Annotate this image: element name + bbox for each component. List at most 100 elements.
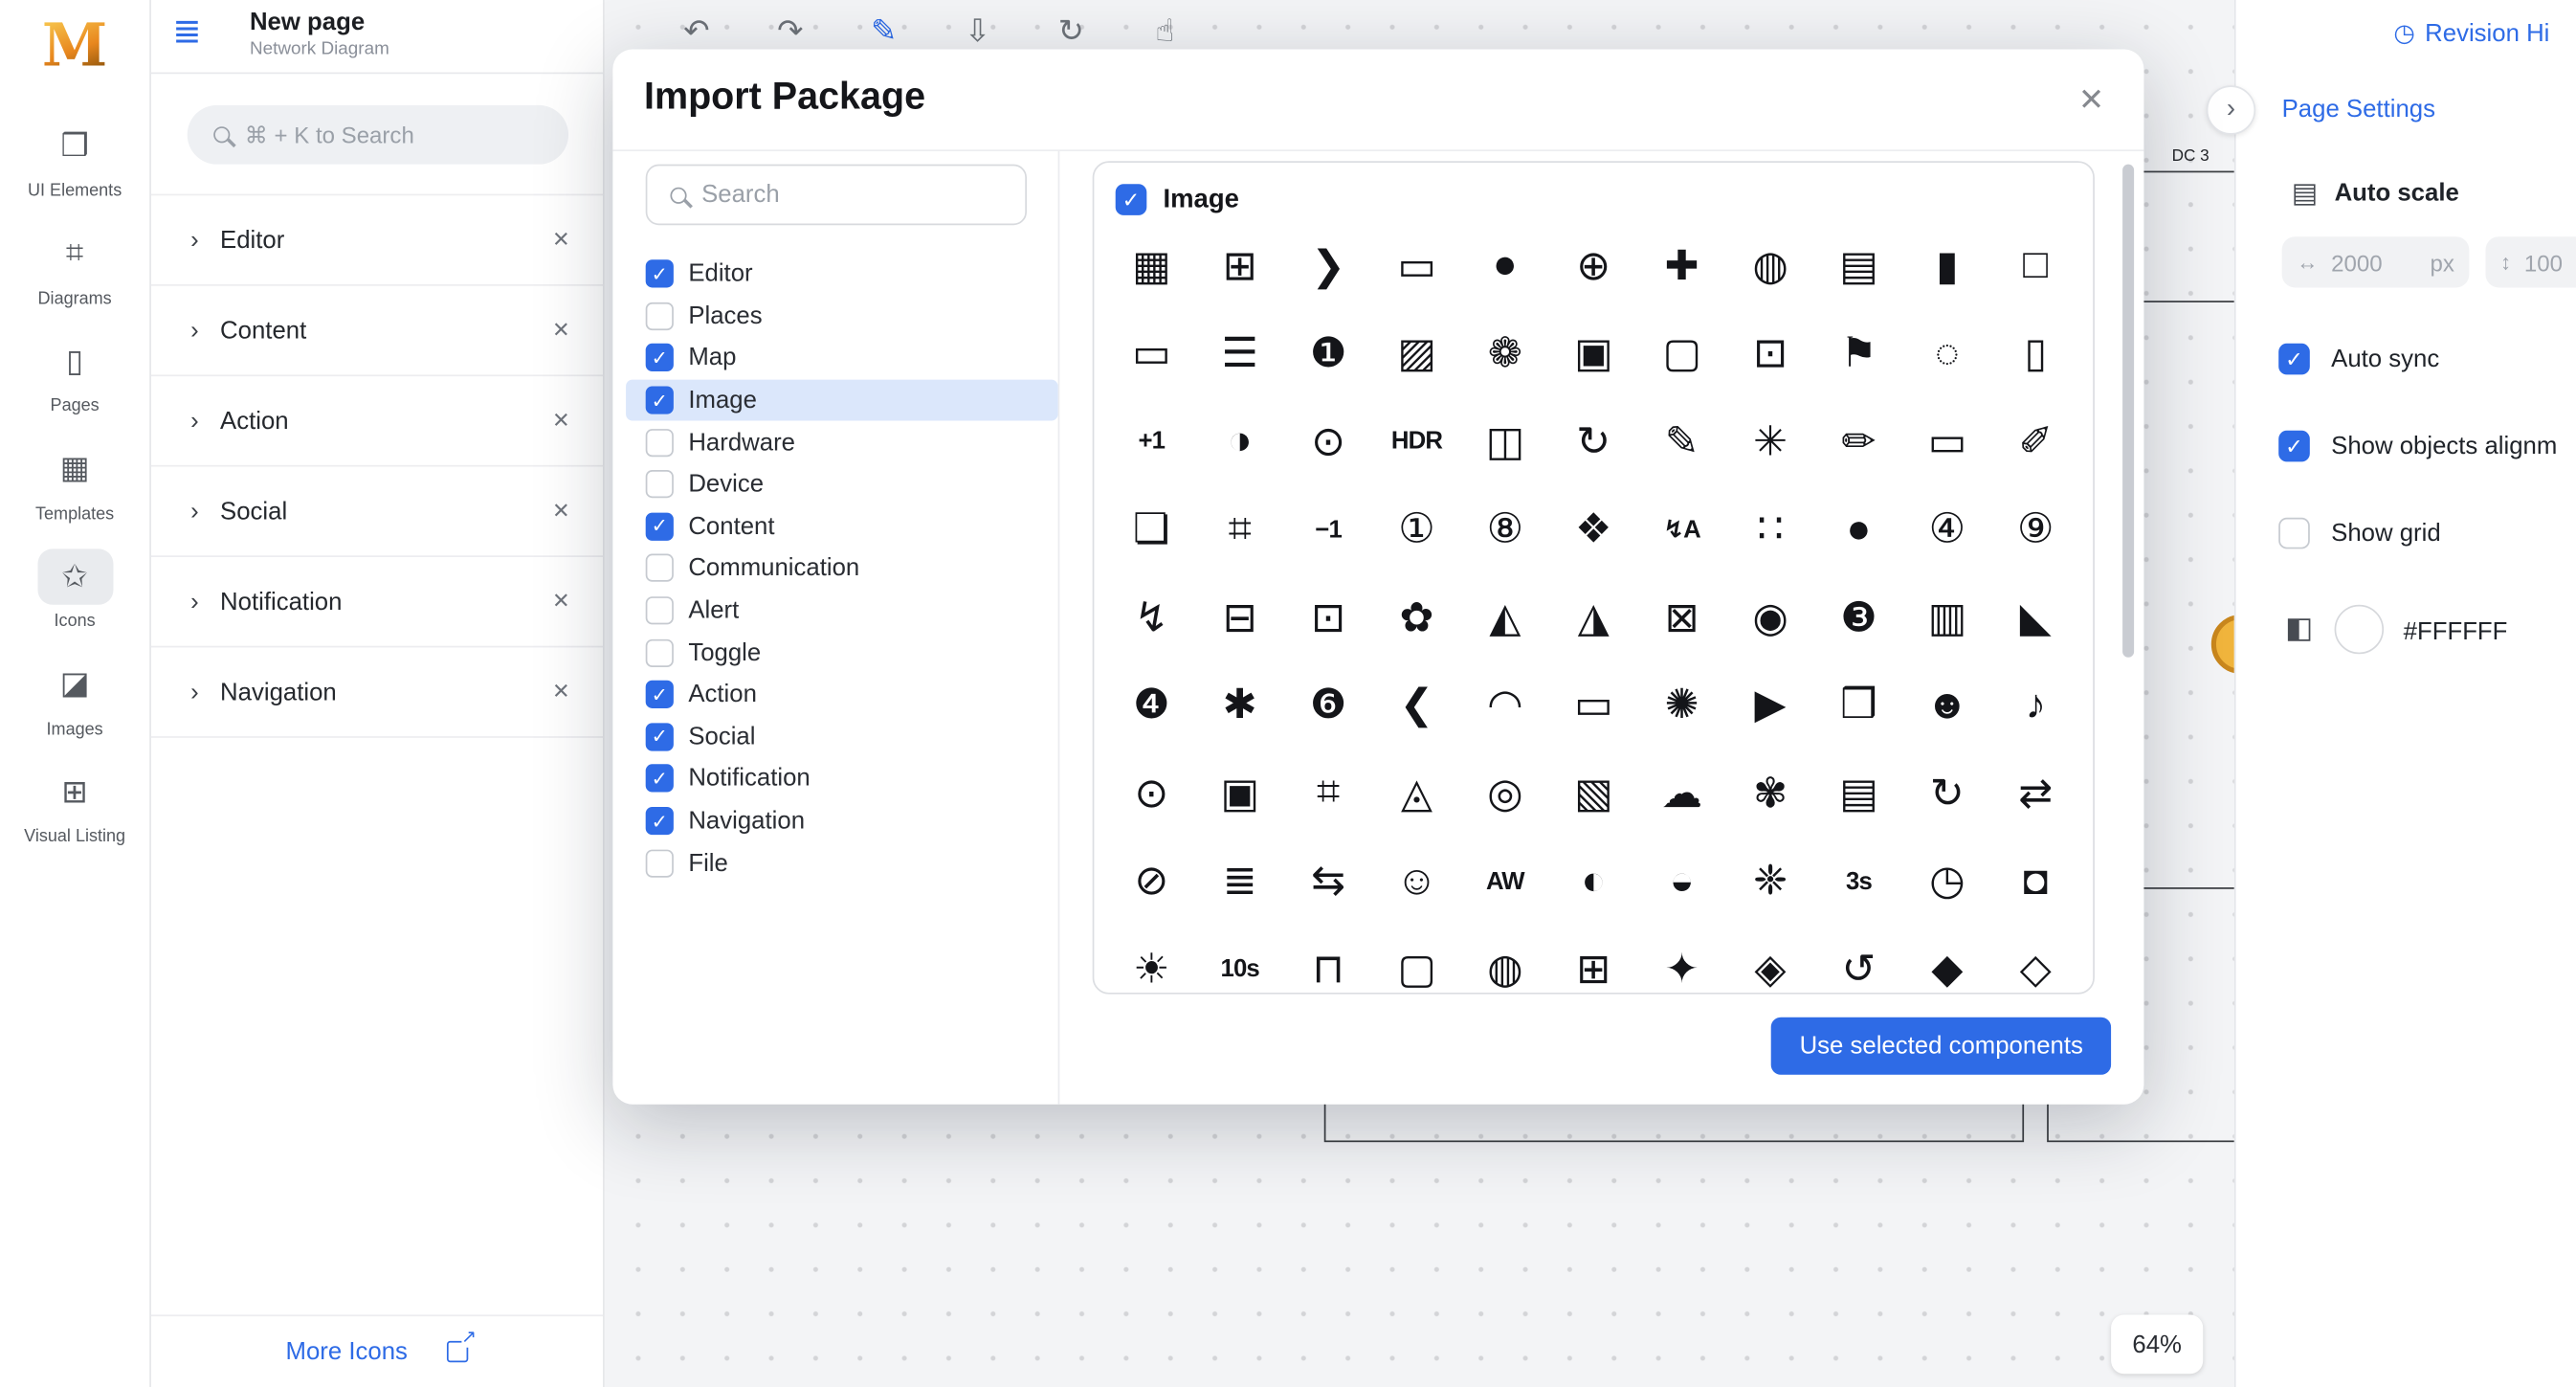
- looks-one-icon[interactable]: ❶: [1284, 310, 1372, 398]
- flash-off-icon[interactable]: ↯: [1107, 573, 1195, 661]
- exposure-neg-1-icon[interactable]: −1: [1284, 485, 1372, 573]
- more-icons-link[interactable]: More Icons: [286, 1337, 408, 1365]
- looks-4-icon[interactable]: ❹: [1107, 661, 1195, 749]
- category-editor[interactable]: ✓Editor: [626, 253, 1058, 295]
- checkbox-toggle[interactable]: [646, 638, 674, 666]
- brush-icon[interactable]: ✎: [1637, 397, 1725, 485]
- navigate-before-icon[interactable]: ❮: [1372, 661, 1460, 749]
- close-icon[interactable]: ✕: [552, 589, 570, 615]
- photo-album-icon[interactable]: ▤: [1814, 749, 1902, 838]
- category-file[interactable]: File: [626, 842, 1058, 884]
- leak-icon[interactable]: ◍: [1461, 926, 1549, 995]
- checkbox-content[interactable]: ✓: [646, 512, 674, 540]
- switch-camera-icon[interactable]: ⇄: [1991, 749, 2079, 838]
- sidebar-search[interactable]: [188, 105, 568, 165]
- add-photo-alternate-icon[interactable]: ✚: [1637, 222, 1725, 310]
- sidebar-section-editor[interactable]: ›Editor✕: [151, 195, 603, 285]
- category-notification[interactable]: ✓Notification: [626, 758, 1058, 800]
- center-focus-weak-icon[interactable]: ⊡: [1284, 573, 1372, 661]
- timer-3-icon[interactable]: 3s: [1814, 838, 1902, 926]
- panorama-icon[interactable]: ▦: [1107, 222, 1195, 310]
- movie-creation-icon[interactable]: ❒: [1814, 661, 1902, 749]
- panorama-wide-angle-icon[interactable]: ▯: [1991, 310, 2079, 398]
- rail-item-templates[interactable]: ▦Templates: [6, 441, 144, 525]
- sidebar-section-navigation[interactable]: ›Navigation✕: [151, 647, 603, 737]
- rail-item-images[interactable]: ◪Images: [6, 657, 144, 740]
- checkbox-communication[interactable]: [646, 554, 674, 582]
- checkbox-show-grid[interactable]: [2278, 518, 2310, 549]
- crop-icon[interactable]: ⌗: [1284, 749, 1372, 838]
- close-icon[interactable]: ✕: [2078, 82, 2104, 120]
- hand-icon[interactable]: ☝: [1145, 10, 1185, 53]
- category-map[interactable]: ✓Map: [626, 337, 1058, 379]
- monochrome-icon[interactable]: ◇: [1991, 926, 2079, 995]
- category-alert[interactable]: Alert: [626, 590, 1058, 632]
- category-action[interactable]: ✓Action: [626, 674, 1058, 716]
- filter-vintage-icon[interactable]: ✿: [1372, 573, 1460, 661]
- close-icon[interactable]: ✕: [552, 498, 570, 524]
- color-lens-icon[interactable]: ✾: [1726, 749, 1814, 838]
- rotate-right-icon[interactable]: ↻: [1903, 749, 1991, 838]
- center-focus-strong-icon[interactable]: ⊡: [1726, 310, 1814, 398]
- sync-icon[interactable]: ↻: [1052, 10, 1091, 53]
- category-toggle[interactable]: Toggle: [626, 632, 1058, 674]
- crop-3-2-icon[interactable]: ▭: [1107, 310, 1195, 398]
- timer-10-icon[interactable]: 10s: [1196, 926, 1284, 995]
- checkbox-navigation[interactable]: ✓: [646, 807, 674, 835]
- blur-circular-icon[interactable]: ◍: [1726, 222, 1814, 310]
- crop-rotate-icon[interactable]: ↻: [1549, 397, 1637, 485]
- rail-item-icons[interactable]: ✩Icons: [6, 549, 144, 633]
- sidebar-section-notification[interactable]: ›Notification✕: [151, 557, 603, 647]
- leak-remove-icon[interactable]: ✱: [1196, 661, 1284, 749]
- portrait-icon[interactable]: ☻: [1903, 661, 1991, 749]
- close-icon[interactable]: ✕: [552, 679, 570, 705]
- brightness-medium-icon[interactable]: ◑: [1196, 397, 1284, 485]
- category-image[interactable]: ✓Image: [626, 379, 1058, 421]
- rail-item-diagrams[interactable]: ⌗Diagrams: [6, 226, 144, 309]
- flip-icon[interactable]: ◫: [1461, 397, 1549, 485]
- image-icon[interactable]: ◭: [1461, 573, 1549, 661]
- tune-icon[interactable]: ≣: [1196, 838, 1284, 926]
- checkbox-alert[interactable]: [646, 596, 674, 624]
- vignette-icon[interactable]: ◘: [1991, 838, 2079, 926]
- modal-search-input[interactable]: [701, 181, 997, 209]
- flare-icon[interactable]: ✺: [1637, 661, 1725, 749]
- grid-off-icon[interactable]: ⊠: [1637, 573, 1725, 661]
- category-social[interactable]: ✓Social: [626, 716, 1058, 758]
- brightness-1-icon[interactable]: ●: [1461, 222, 1549, 310]
- looks-icon[interactable]: ◠: [1461, 661, 1549, 749]
- category-places[interactable]: Places: [626, 295, 1058, 337]
- group-checkbox-image[interactable]: ✓: [1116, 184, 1147, 215]
- timelapse-icon[interactable]: ◐: [1549, 838, 1637, 926]
- close-icon[interactable]: ✕: [552, 227, 570, 253]
- photo-camera-icon[interactable]: ⊙: [1107, 749, 1195, 838]
- filter-4-icon[interactable]: ④: [1903, 485, 1991, 573]
- category-communication[interactable]: Communication: [626, 548, 1058, 590]
- grid-on-icon[interactable]: ⊞: [1196, 222, 1284, 310]
- crop-din-icon[interactable]: □: [1991, 222, 2079, 310]
- dehaze-icon[interactable]: ☰: [1196, 310, 1284, 398]
- close-icon[interactable]: ✕: [552, 408, 570, 434]
- timer-off-icon[interactable]: ⊘: [1107, 838, 1195, 926]
- category-navigation[interactable]: ✓Navigation: [626, 800, 1058, 842]
- category-content[interactable]: ✓Content: [626, 505, 1058, 548]
- wb-auto-icon[interactable]: AW: [1461, 838, 1549, 926]
- straighten-icon[interactable]: ⊓: [1284, 926, 1372, 995]
- rail-item-visual-listing[interactable]: ⊞Visual Listing: [6, 765, 144, 848]
- slideshow-icon[interactable]: ▶: [1726, 661, 1814, 749]
- wb-sunny-icon[interactable]: ☀: [1107, 926, 1195, 995]
- download-icon[interactable]: ⇩: [958, 10, 997, 53]
- crop-landscape-icon[interactable]: ▭: [1372, 222, 1460, 310]
- sidebar-section-content[interactable]: ›Content✕: [151, 286, 603, 376]
- checkbox-file[interactable]: [646, 849, 674, 877]
- checkbox-notification[interactable]: ✓: [646, 765, 674, 793]
- app-logo[interactable]: M: [42, 16, 107, 76]
- undo-icon[interactable]: ↶: [677, 10, 716, 53]
- timer-icon[interactable]: ◷: [1903, 838, 1991, 926]
- category-hardware[interactable]: Hardware: [626, 421, 1058, 463]
- broken-image-icon[interactable]: ▨: [1372, 310, 1460, 398]
- music-note-icon[interactable]: ♪: [1991, 661, 2079, 749]
- checkbox-map[interactable]: ✓: [646, 345, 674, 372]
- add-a-photo-icon[interactable]: ⊕: [1549, 222, 1637, 310]
- leak-add-icon[interactable]: ◉: [1726, 573, 1814, 661]
